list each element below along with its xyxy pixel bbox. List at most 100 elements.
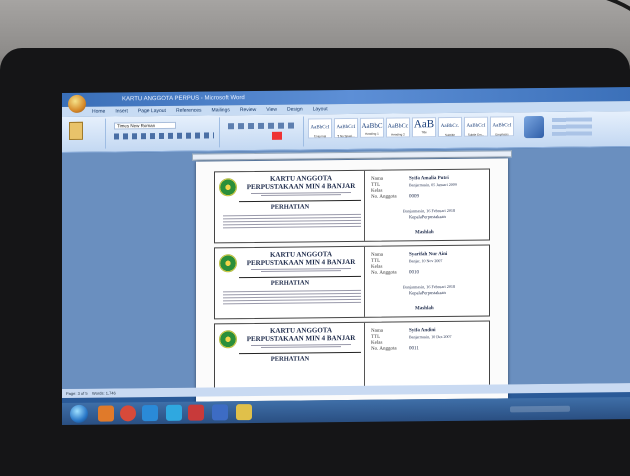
card-title-line-2: PERPUSTAKAAN MIN 4 BANJAR <box>246 181 356 192</box>
style-label: Heading 2 <box>391 132 405 137</box>
label-no-anggota: No. Anggota <box>371 194 397 200</box>
tab-home[interactable]: Home <box>92 107 105 117</box>
perhatian-heading: PERHATIAN <box>270 279 310 287</box>
office-button-icon[interactable] <box>68 94 86 113</box>
label-ttl: TTL <box>371 334 381 340</box>
value-nama: Syifa Andini <box>409 328 436 334</box>
skype-icon[interactable] <box>166 404 182 421</box>
card-title: KARTU ANGGOTA PERPUSTAKAAN MIN 4 BANJAR <box>241 326 361 343</box>
font-group: Times New Roman <box>110 117 220 149</box>
style-label: Subtle Em... <box>467 132 485 137</box>
school-logo-icon <box>219 254 237 273</box>
card-address <box>241 191 361 200</box>
style-preview: AaBbCcI <box>310 125 330 131</box>
status-words[interactable]: Words: 1,746 <box>92 390 116 395</box>
style-subtle-emphasis[interactable]: AaBbCcI Subtle Em... <box>464 116 488 137</box>
footer-name: Mashlah <box>415 230 434 236</box>
start-button-icon[interactable] <box>70 404 88 423</box>
card-address <box>241 267 361 276</box>
shading-icon[interactable] <box>272 131 282 140</box>
perhatian-heading: PERHATIAN <box>270 203 310 211</box>
style-preview: AaB <box>413 118 435 131</box>
chrome-icon[interactable] <box>120 405 136 422</box>
paragraph-buttons[interactable] <box>228 122 298 130</box>
label-kelas: Kelas <box>371 264 383 270</box>
value-no-anggota: 0010 <box>409 270 419 276</box>
member-card: KARTU ANGGOTA PERPUSTAKAAN MIN 4 BANJAR P… <box>214 244 491 320</box>
media-player-icon[interactable] <box>98 405 114 422</box>
tab-review[interactable]: Review <box>240 105 256 115</box>
value-nama: Syarifah Nur Aini <box>409 251 448 258</box>
style-no-spacing[interactable]: AaBbCcI ¶ No Spaci... <box>334 117 358 139</box>
perhatian-heading: PERHATIAN <box>270 355 310 363</box>
style-normal[interactable]: AaBbCcI ¶ Normal <box>308 118 332 139</box>
app-icon[interactable] <box>188 404 204 421</box>
style-subtitle[interactable]: AaBbCc. Subtitle <box>438 116 462 138</box>
paragraph-group <box>224 116 304 148</box>
member-card: KARTU ANGGOTA PERPUSTAKAAN MIN 4 BANJAR P… <box>214 168 491 244</box>
style-preview: AaBbCc <box>387 123 409 130</box>
system-tray[interactable] <box>510 405 570 413</box>
footer-place-date: Banjarmasin, 16 Februari 2018 <box>403 207 456 214</box>
label-nama: Nama <box>371 252 383 258</box>
label-ttl: TTL <box>371 258 381 264</box>
value-no-anggota: 0011 <box>409 346 419 352</box>
card-title-line-2: PERPUSTAKAAN MIN 4 BANJAR <box>246 333 356 344</box>
style-preview: AaBbCcI <box>466 123 486 129</box>
label-nama: Nama <box>371 328 383 334</box>
style-label: Heading 1 <box>365 131 379 136</box>
clipboard-group <box>66 118 106 149</box>
document-page[interactable]: KARTU ANGGOTA PERPUSTAKAAN MIN 4 BANJAR P… <box>196 158 508 402</box>
tab-references[interactable]: References <box>176 106 202 116</box>
card-title: KARTU ANGGOTA PERPUSTAKAAN MIN 4 BANJAR <box>241 250 361 267</box>
change-styles-icon[interactable] <box>524 115 544 139</box>
editing-group[interactable] <box>552 117 592 136</box>
label-no-anggota: No. Anggota <box>371 346 397 352</box>
word-icon[interactable] <box>212 404 228 421</box>
style-label: Subtitle <box>444 132 455 138</box>
ribbon: Times New Roman AaBbCcI ¶ Normal AaBbCcI ¶… <box>62 110 630 154</box>
card-address <box>241 343 361 352</box>
card-left: KARTU ANGGOTA PERPUSTAKAAN MIN 4 BANJAR P… <box>215 170 365 243</box>
footer-place-date: Banjarmasin, 16 Februari 2018 <box>403 283 456 290</box>
style-emphasis[interactable]: AaBbCcI Emphasis <box>490 116 514 137</box>
font-formatting-buttons[interactable] <box>114 132 214 140</box>
style-heading-2[interactable]: AaBbCc Heading 2 <box>386 117 410 138</box>
footer-role: KepalaPerpustakaan <box>409 214 446 220</box>
label-no-anggota: No. Anggota <box>371 270 397 276</box>
value-ttl: Banjar, 10 Nov 2007 <box>409 258 443 264</box>
value-ttl: Banjarmasin, 10 Des 2007 <box>409 333 452 340</box>
card-left: KARTU ANGGOTA PERPUSTAKAAN MIN 4 BANJAR P… <box>215 322 365 395</box>
rules-list <box>223 212 361 230</box>
folder-icon[interactable] <box>236 404 252 421</box>
value-no-anggota: 0009 <box>409 194 419 200</box>
tab-insert[interactable]: Insert <box>115 106 128 116</box>
paste-icon[interactable] <box>69 121 83 140</box>
card-right: Nama TTL Kelas No. Anggota Syarifah Nur … <box>365 246 491 317</box>
divider <box>239 275 361 279</box>
school-logo-icon <box>219 330 237 349</box>
tab-layout[interactable]: Layout <box>313 104 328 114</box>
style-label: ¶ Normal <box>313 134 327 139</box>
card-title: KARTU ANGGOTA PERPUSTAKAAN MIN 4 BANJAR <box>241 174 361 191</box>
explorer-icon[interactable] <box>142 405 158 422</box>
value-ttl: Banjarmasin, 05 Januari 2009 <box>409 181 457 188</box>
tab-design[interactable]: Design <box>287 105 303 115</box>
divider <box>239 199 361 203</box>
status-page[interactable]: Page: 3 of 5 <box>66 391 88 396</box>
card-left: KARTU ANGGOTA PERPUSTAKAAN MIN 4 BANJAR P… <box>215 246 365 319</box>
style-preview: AaBbCcI <box>492 123 512 129</box>
style-label: Title <box>421 130 427 135</box>
font-name-field[interactable]: Times New Roman <box>114 121 176 130</box>
card-right: Nama TTL Kelas No. Anggota Syifa Amalia … <box>365 170 491 241</box>
tab-page-layout[interactable]: Page Layout <box>138 106 166 116</box>
card-title-line-2: PERPUSTAKAAN MIN 4 BANJAR <box>246 257 356 268</box>
school-logo-icon <box>219 178 237 197</box>
divider <box>239 351 361 355</box>
label-kelas: Kelas <box>371 188 383 194</box>
tab-view[interactable]: View <box>266 105 277 115</box>
tab-mailings[interactable]: Mailings <box>212 105 230 115</box>
label-kelas: Kelas <box>371 340 383 346</box>
style-title[interactable]: AaB Title <box>412 117 436 138</box>
style-heading-1[interactable]: AaBbC Heading 1 <box>360 117 384 138</box>
